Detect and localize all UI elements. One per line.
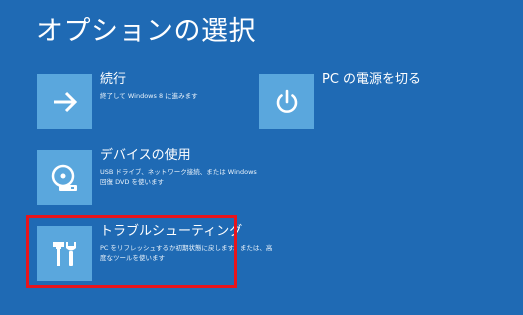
troubleshoot-label[interactable]: トラブルシューティング <box>100 224 278 240</box>
use-device-tile[interactable] <box>37 150 92 205</box>
troubleshoot-description: PC をリフレッシュするか初期状態に戻します。または、高度なツールを使います <box>100 244 273 262</box>
troubleshoot-tile[interactable] <box>37 226 92 281</box>
power-off-tile[interactable] <box>259 74 314 129</box>
use-device-label[interactable]: デバイスの使用 <box>100 148 260 164</box>
use-device-description: USB ドライブ、ネットワーク接続、または Windows 回復 DVD を使い… <box>100 168 257 186</box>
power-icon <box>273 88 301 116</box>
continue-tile[interactable] <box>37 74 92 129</box>
use-device-option[interactable]: デバイスの使用 USB ドライブ、ネットワーク接続、または Windows 回復… <box>37 148 260 205</box>
troubleshoot-option[interactable]: トラブルシューティング PC をリフレッシュするか初期状態に戻します。または、高… <box>37 224 278 281</box>
continue-label[interactable]: 続行 <box>100 72 260 88</box>
disc-drive-icon <box>49 162 81 194</box>
power-off-label[interactable]: PC の電源を切る <box>322 72 421 88</box>
continue-description: 終了して Windows 8 に進みます <box>100 92 198 100</box>
power-off-option[interactable]: PC の電源を切る <box>259 72 421 129</box>
page-title: オプションの選択 <box>36 16 256 47</box>
tools-icon <box>49 238 81 270</box>
continue-option[interactable]: 続行 終了して Windows 8 に進みます <box>37 72 260 129</box>
arrow-right-icon <box>51 90 79 114</box>
